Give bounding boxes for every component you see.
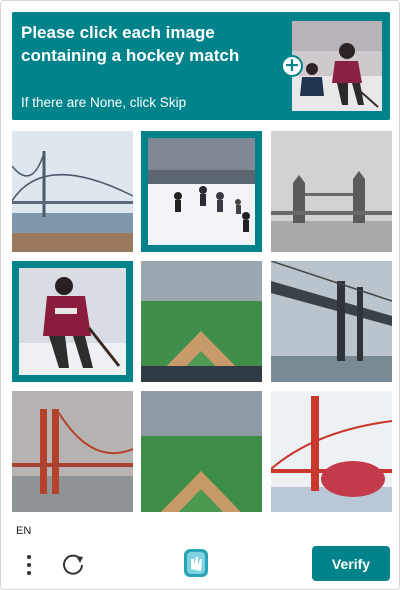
challenge-hint: If there are None, click Skip bbox=[21, 95, 187, 110]
challenge-prompt: Please click each image containing a hoc… bbox=[21, 23, 240, 65]
image-tile-2[interactable] bbox=[141, 131, 262, 252]
image-tile-5[interactable] bbox=[141, 261, 262, 382]
challenge-header: Please click each image containing a hoc… bbox=[12, 12, 390, 120]
image-tile-7[interactable] bbox=[12, 391, 133, 512]
example-image bbox=[292, 21, 382, 111]
image-tile-8[interactable] bbox=[141, 391, 262, 512]
captcha-widget: Please click each image containing a hoc… bbox=[0, 0, 400, 590]
image-tile-4[interactable] bbox=[12, 261, 133, 382]
example-hockey-image bbox=[292, 21, 382, 111]
hcaptcha-logo-icon[interactable] bbox=[183, 547, 209, 579]
image-tile-1[interactable] bbox=[12, 131, 133, 252]
refresh-icon[interactable] bbox=[60, 552, 86, 578]
hockey-player-image bbox=[19, 268, 126, 375]
hockey-match-image bbox=[148, 138, 255, 245]
bridge-underside-image bbox=[271, 261, 392, 382]
more-vert-icon[interactable] bbox=[19, 552, 39, 578]
baseball-stadium-image bbox=[141, 261, 262, 382]
tower-bridge-image bbox=[271, 131, 392, 252]
bridge-image bbox=[12, 131, 133, 252]
red-bridge-globe-image bbox=[271, 391, 392, 512]
image-tile-3[interactable] bbox=[271, 131, 392, 252]
baseball-field-image bbox=[141, 391, 262, 512]
plus-icon[interactable]: + bbox=[281, 55, 303, 77]
image-tile-6[interactable] bbox=[271, 261, 392, 382]
golden-gate-image bbox=[12, 391, 133, 512]
image-tile-9[interactable] bbox=[271, 391, 392, 512]
language-label[interactable]: EN bbox=[16, 525, 31, 537]
verify-button[interactable]: Verify bbox=[312, 546, 390, 581]
